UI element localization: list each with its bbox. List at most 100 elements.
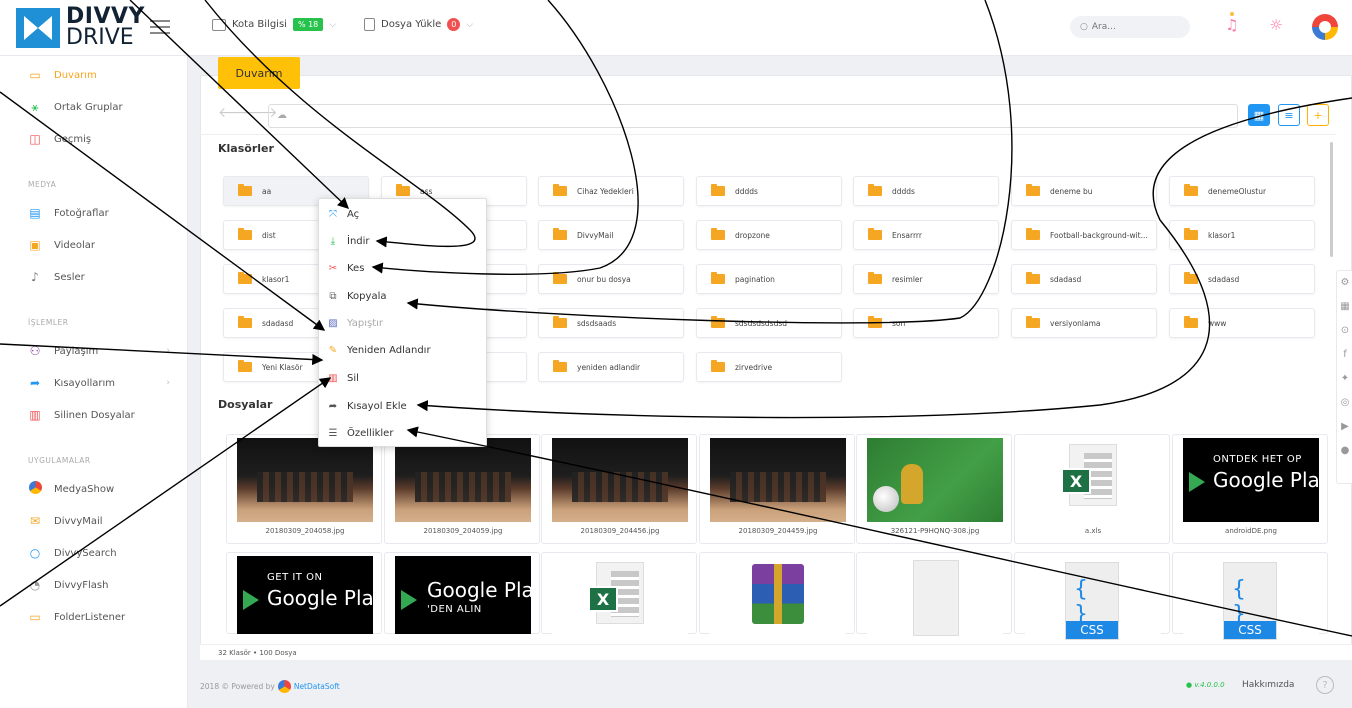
twitter-icon[interactable]: ✦ <box>1337 367 1352 391</box>
google-play-thumbnail: GET IT ON Google Pla <box>237 556 373 634</box>
upload-file[interactable]: Dosya Yükle 0 ⌵ <box>364 18 473 31</box>
folder-name: Football-background-wit... <box>1050 230 1148 240</box>
folder-icon <box>711 316 725 328</box>
file-card[interactable]: Google Play 'DEN ALIN <box>384 552 540 634</box>
file-card[interactable]: GET IT ON Google Pla <box>226 552 382 634</box>
folder-item[interactable]: DivvyMail <box>538 220 684 250</box>
folder-item[interactable]: dddds <box>853 176 999 206</box>
sidebar-item-label: Videolar <box>54 239 96 251</box>
sidebar-item-sesler[interactable]: ♪ Sesler <box>0 264 188 290</box>
folder-item[interactable]: klasor1 <box>1169 220 1315 250</box>
gear-icon[interactable]: ⊙ <box>1337 319 1352 343</box>
apple-icon[interactable]: ● <box>1337 439 1352 463</box>
tab-duvarim[interactable]: Duvarım <box>218 57 300 89</box>
folder-item[interactable]: Football-background-wit... <box>1011 220 1157 250</box>
file-card[interactable]: { } CSS <box>1172 552 1328 640</box>
file-card[interactable]: 20180309_204459.jpg <box>699 434 855 544</box>
grid-view-button[interactable]: ▦ <box>1248 104 1270 126</box>
menu-item-open[interactable]: ⤧ Aç <box>319 201 488 227</box>
user-avatar[interactable] <box>1312 14 1338 40</box>
folder-item[interactable]: dropzone <box>696 220 842 250</box>
menu-item-copy[interactable]: ⧉ Kopyala <box>319 283 488 309</box>
folder-item[interactable]: dddds <box>696 176 842 206</box>
company-link[interactable]: NetDataSoft <box>294 682 340 691</box>
facebook-icon[interactable]: f <box>1337 343 1352 367</box>
add-button[interactable]: + <box>1307 104 1329 126</box>
sidebar-item-kisayollarim[interactable]: ➦ Kısayollarım › <box>0 370 188 396</box>
settings-icon[interactable]: ⚙ <box>1337 271 1352 295</box>
file-card[interactable]: 20180309_204456.jpg <box>541 434 697 544</box>
menu-item-add-shortcut[interactable]: ➦ Kısayol Ekle <box>319 393 488 419</box>
menu-item-label: Kısayol Ekle <box>347 400 407 412</box>
folder-item[interactable]: yeniden adlandir <box>538 352 684 382</box>
folder-item[interactable]: pagination <box>696 264 842 294</box>
folder-item[interactable]: zirvedrive <box>696 352 842 382</box>
file-card[interactable]: X <box>541 552 697 640</box>
file-card[interactable]: { } CSS <box>1014 552 1170 640</box>
folder-item[interactable]: sdadasd <box>1011 264 1157 294</box>
chevron-down-icon: ⌵ <box>466 19 474 30</box>
folder-item[interactable]: onur bu dosya <box>538 264 684 294</box>
calendar-icon[interactable]: ▦ <box>1337 295 1352 319</box>
file-card[interactable]: ONTDEK HET OP Google Pla androidDE.png <box>1172 434 1328 544</box>
file-card[interactable]: 20180309_204059.jpg <box>384 434 540 544</box>
sidebar-item-duvarim[interactable]: ▭ Duvarım <box>0 62 188 88</box>
menu-toggle-icon[interactable] <box>150 20 170 34</box>
sidebar-item-ortak-gruplar[interactable]: ⚹ Ortak Gruplar <box>0 94 188 120</box>
top-bar: DIVVY DRIVE Kota Bilgisi % 18 ⌵ Dosya Yü… <box>0 0 1352 56</box>
divvy-drive-logo[interactable]: DIVVY DRIVE <box>16 6 144 50</box>
instagram-icon[interactable]: ◎ <box>1337 391 1352 415</box>
menu-item-cut[interactable]: ✂ Kes <box>319 255 488 281</box>
sidebar-item-silinen-dosyalar[interactable]: ▥ Silinen Dosyalar <box>0 402 188 428</box>
folder-item[interactable]: sdadasd <box>1169 264 1315 294</box>
sidebar-item-gecmis[interactable]: ◫ Geçmiş <box>0 126 188 152</box>
about-link[interactable]: Hakkımızda <box>1242 680 1294 690</box>
folder-item[interactable]: sdsdsaads <box>538 308 684 338</box>
folder-item[interactable]: versiyonlama <box>1011 308 1157 338</box>
section-islemler: İŞLEMLER <box>28 318 69 327</box>
list-view-button[interactable]: ≡ <box>1278 104 1300 126</box>
share-arrow-icon: ➦ <box>328 400 338 412</box>
menu-item-rename[interactable]: ✎ Yeniden Adlandır <box>319 337 488 363</box>
photo-thumbnail <box>395 438 531 522</box>
sidebar-item-divvysearch[interactable]: ○ DivvySearch <box>0 540 188 566</box>
menu-item-delete[interactable]: ▥ Sil <box>319 365 488 391</box>
folder-name: sdadasd <box>1208 274 1240 284</box>
folder-item[interactable]: resimler <box>853 264 999 294</box>
folder-item[interactable]: sdsdsdsdsdsd <box>696 308 842 338</box>
play-icon[interactable]: ▶ <box>1337 415 1352 439</box>
notification-bell-icon[interactable]: ♫ <box>1224 12 1240 36</box>
sidebar-item-medyashow[interactable]: MedyaShow <box>0 476 188 502</box>
scrollbar[interactable] <box>1330 142 1333 257</box>
folder-item[interactable]: son <box>853 308 999 338</box>
quota-info[interactable]: Kota Bilgisi % 18 ⌵ <box>212 18 336 31</box>
folder-item[interactable]: denemeOlustur <box>1169 176 1315 206</box>
menu-item-download[interactable]: ⤓ İndir <box>319 228 488 254</box>
folder-item[interactable]: www <box>1169 308 1315 338</box>
help-icon[interactable]: ? <box>1316 676 1334 694</box>
folder-item[interactable]: Cihaz Yedekleri <box>538 176 684 206</box>
folder-item[interactable]: Ensarrrr <box>853 220 999 250</box>
path-bar[interactable]: ☁ <box>268 104 1238 128</box>
sidebar-item-folderlistener[interactable]: ▭ FolderListener <box>0 604 188 630</box>
menu-item-label: Kopyala <box>347 290 387 302</box>
sidebar-item-divvyflash[interactable]: ◔ DivvyFlash <box>0 572 188 598</box>
sidebar-item-fotograflar[interactable]: ▤ Fotoğraflar <box>0 200 188 226</box>
search-input[interactable] <box>1091 22 1172 32</box>
menu-item-label: Aç <box>347 208 360 220</box>
menu-item-properties[interactable]: ☰ Özellikler <box>319 420 488 446</box>
menu-item-paste[interactable]: ▨ Yapıştır <box>319 310 488 336</box>
search-box[interactable]: ○ <box>1070 16 1190 38</box>
file-card[interactable]: 20180309_204058.jpg <box>226 434 382 544</box>
sidebar-item-videolar[interactable]: ▣ Videolar <box>0 232 188 258</box>
file-card[interactable]: Xa.xls <box>1014 434 1170 544</box>
file-card[interactable] <box>856 552 1012 640</box>
sidebar-item-paylasim[interactable]: ⚇ Paylaşım › <box>0 338 188 364</box>
folder-icon <box>1184 316 1198 328</box>
alert-icon[interactable]: ☼ <box>1268 16 1284 36</box>
sidebar-item-divvymail[interactable]: ✉ DivvyMail <box>0 508 188 534</box>
paste-icon: ▨ <box>328 317 338 329</box>
file-card[interactable] <box>699 552 855 640</box>
folder-item[interactable]: deneme bu <box>1011 176 1157 206</box>
file-card[interactable]: 326121-P9HQNQ-308.jpg <box>856 434 1012 544</box>
